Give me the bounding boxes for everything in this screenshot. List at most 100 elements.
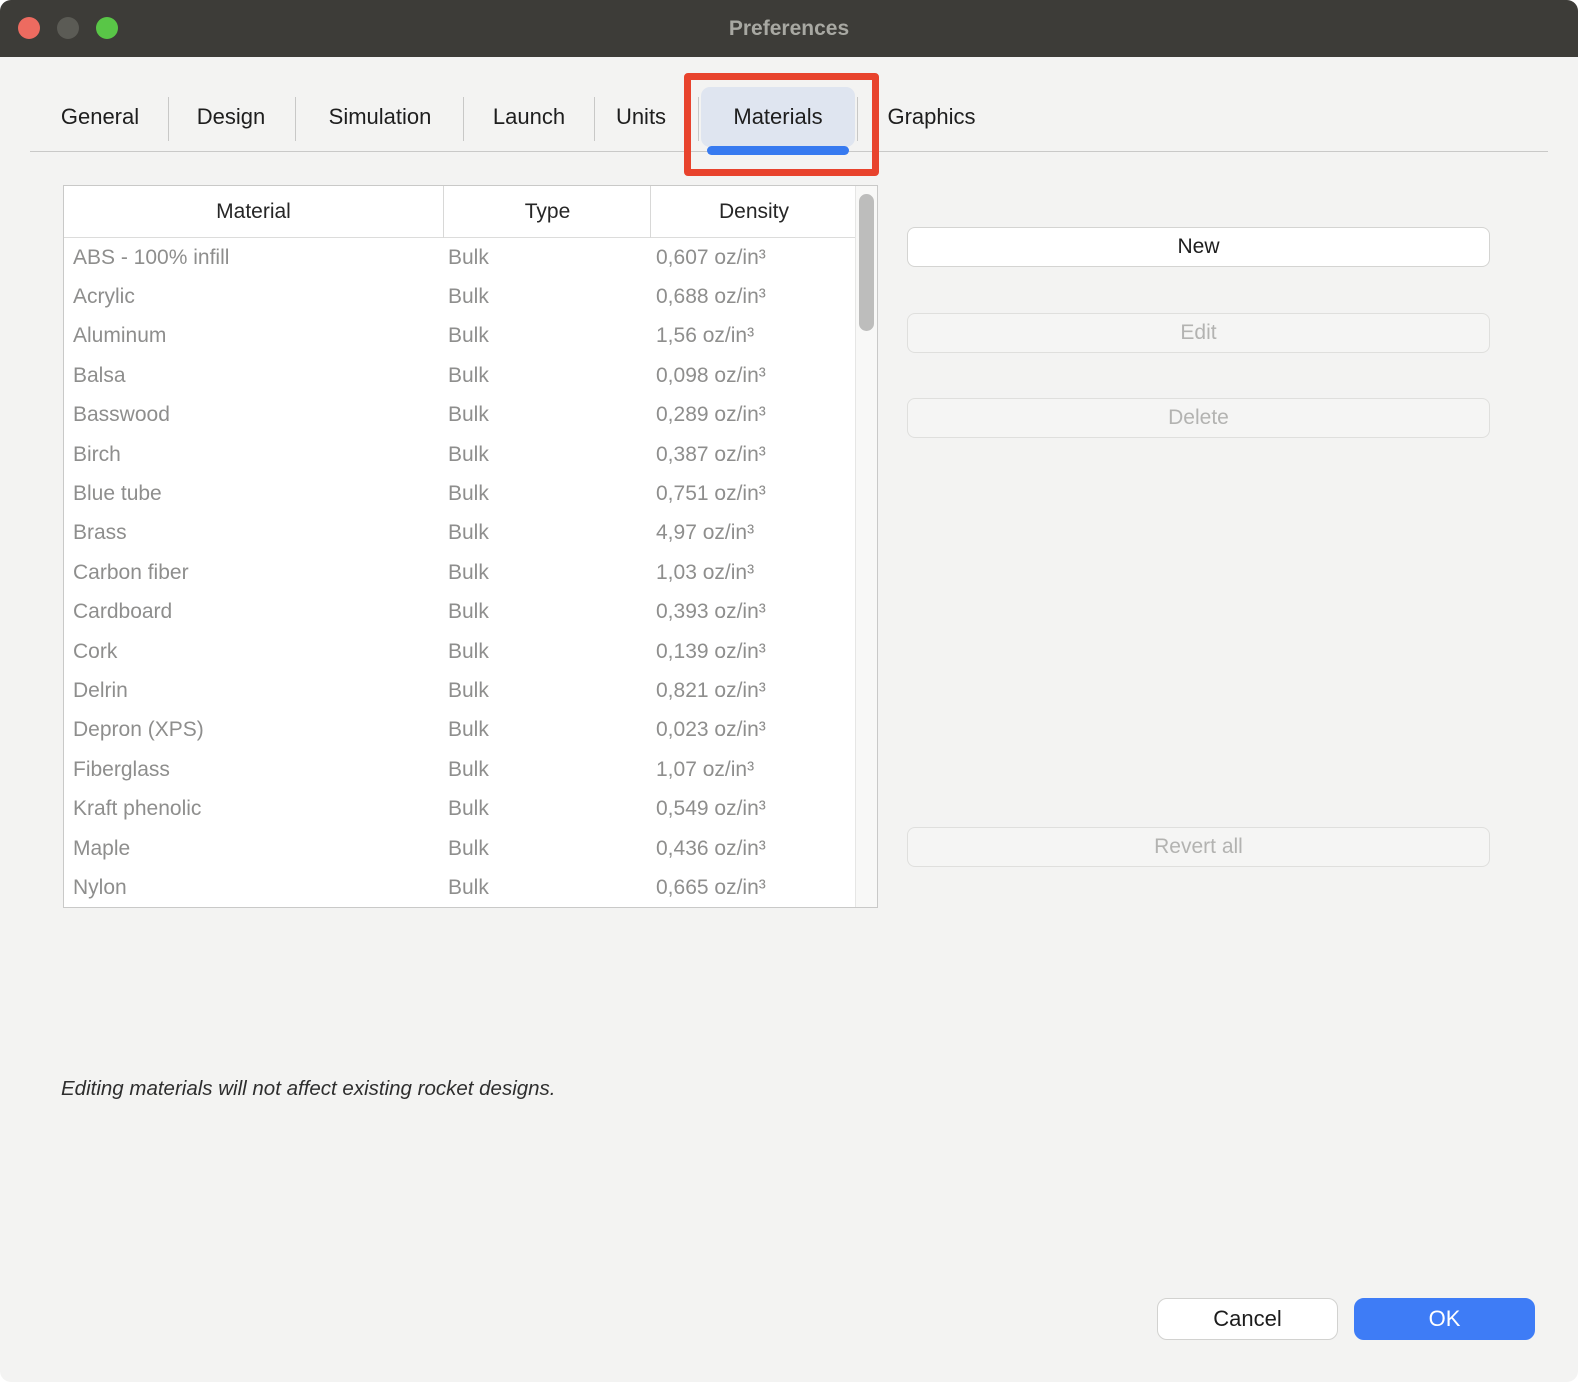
tab-simulation[interactable]: Simulation (304, 87, 456, 147)
cell-type: Bulk (448, 521, 489, 545)
column-header-type[interactable]: Type (445, 186, 651, 238)
materials-table: Material Type Density ABS - 100% infill … (63, 185, 878, 908)
table-row[interactable]: Birch Bulk 0,387 oz/in³ (64, 435, 877, 474)
cell-material: Cork (73, 640, 117, 664)
zoom-button[interactable] (96, 17, 118, 39)
cell-material: Maple (73, 837, 130, 861)
cancel-button[interactable]: Cancel (1157, 1298, 1338, 1340)
tab-separator (463, 97, 464, 141)
table-row[interactable]: Acrylic Bulk 0,688 oz/in³ (64, 277, 877, 316)
cell-density: 0,549 oz/in³ (656, 797, 766, 821)
cell-type: Bulk (448, 403, 489, 427)
table-row[interactable]: Nylon Bulk 0,665 oz/in³ (64, 868, 877, 907)
cell-type: Bulk (448, 561, 489, 585)
cell-density: 0,139 oz/in³ (656, 640, 766, 664)
ok-button[interactable]: OK (1354, 1298, 1535, 1340)
cell-material: Nylon (73, 876, 127, 900)
cell-material: Basswood (73, 403, 170, 427)
cell-density: 0,751 oz/in³ (656, 482, 766, 506)
cell-material: Carbon fiber (73, 561, 189, 585)
column-header-material[interactable]: Material (64, 186, 444, 238)
cell-type: Bulk (448, 246, 489, 270)
tab-materials-label: Materials (733, 104, 822, 130)
close-button[interactable] (18, 17, 40, 39)
cell-density: 0,436 oz/in³ (656, 837, 766, 861)
cell-material: Kraft phenolic (73, 797, 201, 821)
cell-type: Bulk (448, 758, 489, 782)
tab-graphics[interactable]: Graphics (864, 87, 999, 147)
cell-material: Cardboard (73, 600, 172, 624)
cell-type: Bulk (448, 285, 489, 309)
cell-material: Fiberglass (73, 758, 170, 782)
cell-density: 0,023 oz/in³ (656, 718, 766, 742)
table-row[interactable]: Aluminum Bulk 1,56 oz/in³ (64, 317, 877, 356)
cell-type: Bulk (448, 876, 489, 900)
cell-material: Delrin (73, 679, 128, 703)
table-row[interactable]: Cork Bulk 0,139 oz/in³ (64, 632, 877, 671)
cell-density: 0,607 oz/in³ (656, 246, 766, 270)
materials-note: Editing materials will not affect existi… (61, 1077, 556, 1101)
edit-button[interactable]: Edit (907, 313, 1490, 353)
tab-separator (857, 97, 858, 141)
tab-general[interactable]: General (40, 87, 160, 147)
cell-material: Depron (XPS) (73, 718, 204, 742)
minimize-button[interactable] (57, 17, 79, 39)
cell-type: Bulk (448, 600, 489, 624)
new-button[interactable]: New (907, 227, 1490, 267)
table-row[interactable]: Basswood Bulk 0,289 oz/in³ (64, 396, 877, 435)
selected-tab-underline (707, 146, 849, 155)
tab-units[interactable]: Units (586, 87, 696, 147)
cell-density: 1,56 oz/in³ (656, 324, 754, 348)
column-header-density[interactable]: Density (652, 186, 856, 238)
table-body: ABS - 100% infill Bulk 0,607 oz/in³ Acry… (64, 238, 877, 908)
cell-density: 1,07 oz/in³ (656, 758, 754, 782)
table-scrollbar-thumb[interactable] (859, 194, 874, 331)
tab-separator (168, 97, 169, 141)
cell-type: Bulk (448, 443, 489, 467)
tab-materials[interactable]: Materials (701, 87, 855, 147)
table-row[interactable]: Blue tube Bulk 0,751 oz/in³ (64, 474, 877, 513)
cell-material: Balsa (73, 364, 126, 388)
table-scrollbar-track[interactable] (855, 186, 877, 907)
tab-launch[interactable]: Launch (469, 87, 589, 147)
cell-type: Bulk (448, 718, 489, 742)
cell-density: 0,821 oz/in³ (656, 679, 766, 703)
cell-material: Acrylic (73, 285, 135, 309)
cell-material: Blue tube (73, 482, 162, 506)
table-row[interactable]: Brass Bulk 4,97 oz/in³ (64, 514, 877, 553)
cell-type: Bulk (448, 324, 489, 348)
table-header: Material Type Density (64, 186, 877, 238)
cell-density: 0,098 oz/in³ (656, 364, 766, 388)
tab-separator (698, 97, 699, 141)
traffic-lights (18, 17, 118, 39)
cell-density: 0,688 oz/in³ (656, 285, 766, 309)
table-row[interactable]: Carbon fiber Bulk 1,03 oz/in³ (64, 553, 877, 592)
table-row[interactable]: ABS - 100% infill Bulk 0,607 oz/in³ (64, 238, 877, 277)
cell-material: Brass (73, 521, 127, 545)
delete-button[interactable]: Delete (907, 398, 1490, 438)
tab-separator (295, 97, 296, 141)
cell-type: Bulk (448, 837, 489, 861)
table-row[interactable]: Kraft phenolic Bulk 0,549 oz/in³ (64, 789, 877, 828)
table-row[interactable]: Fiberglass Bulk 1,07 oz/in³ (64, 750, 877, 789)
table-row[interactable]: Balsa Bulk 0,098 oz/in³ (64, 356, 877, 395)
cell-density: 1,03 oz/in³ (656, 561, 754, 585)
cell-type: Bulk (448, 679, 489, 703)
table-row[interactable]: Delrin Bulk 0,821 oz/in³ (64, 671, 877, 710)
table-row[interactable]: Maple Bulk 0,436 oz/in³ (64, 829, 877, 868)
cell-density: 0,387 oz/in³ (656, 443, 766, 467)
cell-type: Bulk (448, 797, 489, 821)
tab-design[interactable]: Design (171, 87, 291, 147)
cell-density: 4,97 oz/in³ (656, 521, 754, 545)
preferences-window: Preferences General Design Simulation La… (0, 0, 1578, 1382)
revert-all-button[interactable]: Revert all (907, 827, 1490, 867)
cell-material: Aluminum (73, 324, 166, 348)
cell-material: ABS - 100% infill (73, 246, 229, 270)
cell-density: 0,289 oz/in³ (656, 403, 766, 427)
window-title: Preferences (729, 17, 849, 41)
cell-density: 0,393 oz/in³ (656, 600, 766, 624)
cell-type: Bulk (448, 640, 489, 664)
cell-type: Bulk (448, 364, 489, 388)
table-row[interactable]: Depron (XPS) Bulk 0,023 oz/in³ (64, 711, 877, 750)
table-row[interactable]: Cardboard Bulk 0,393 oz/in³ (64, 593, 877, 632)
